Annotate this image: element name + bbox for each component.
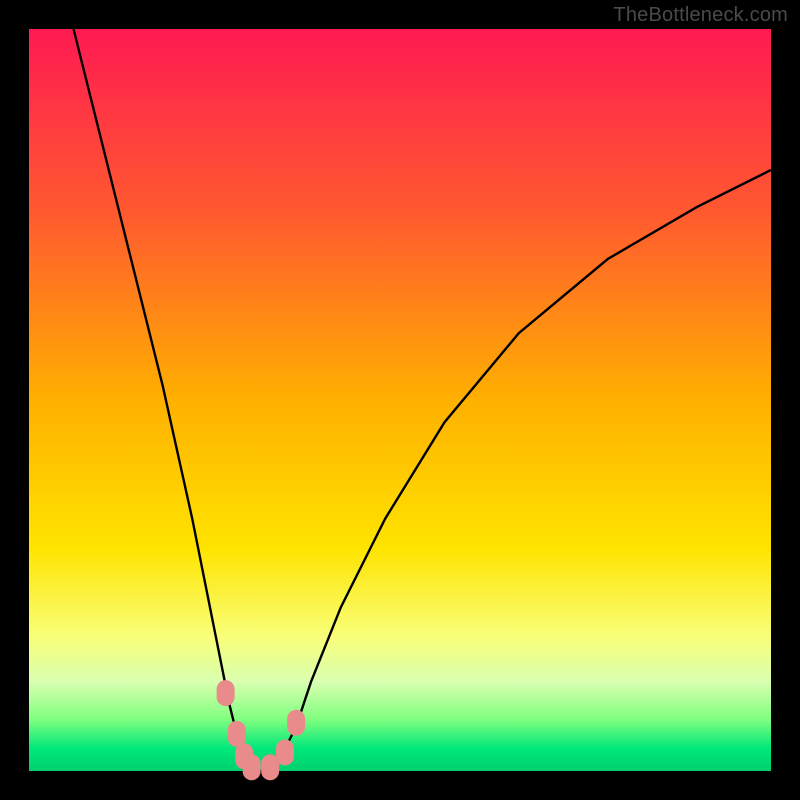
data-marker xyxy=(276,739,294,765)
watermark-text: TheBottleneck.com xyxy=(613,4,788,27)
gradient-background xyxy=(29,29,771,771)
bottleneck-chart xyxy=(0,0,800,800)
chart-frame: TheBottleneck.com xyxy=(0,0,800,800)
data-marker xyxy=(228,721,246,747)
data-marker xyxy=(243,754,261,780)
data-marker xyxy=(217,680,235,706)
data-marker xyxy=(287,710,305,736)
